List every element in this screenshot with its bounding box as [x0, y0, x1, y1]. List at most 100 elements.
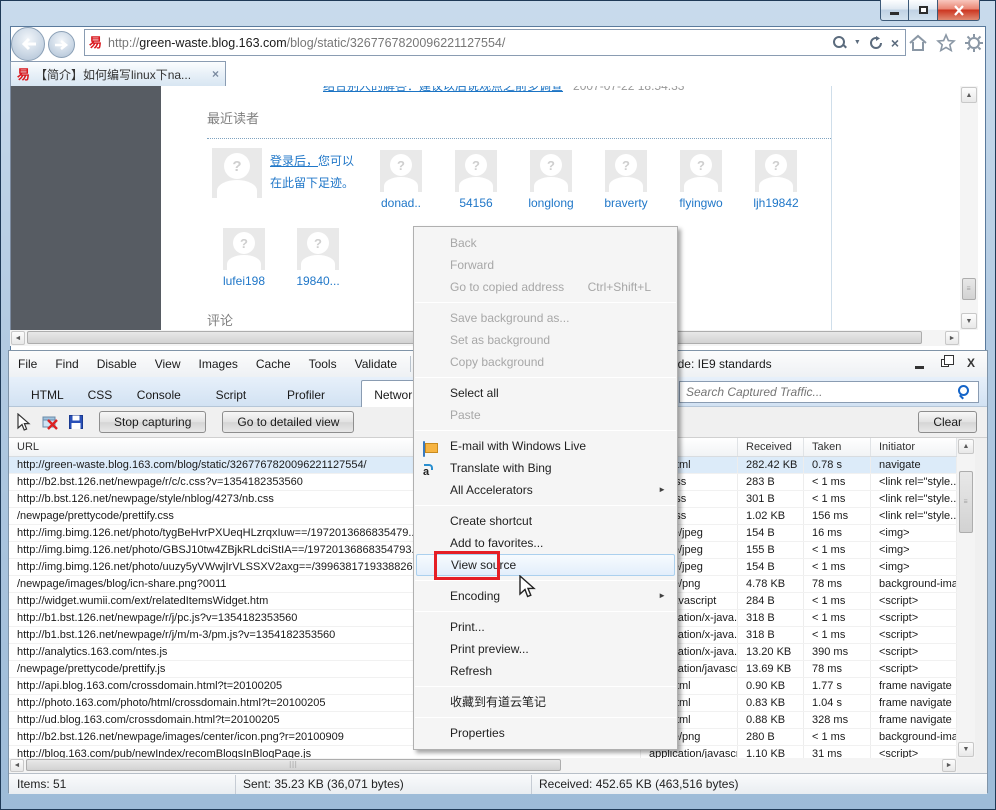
vscroll-thumb[interactable]: ≡ [962, 278, 976, 300]
devtools-menu-cache[interactable]: Cache [247, 357, 300, 371]
recent-readers-heading: 最近读者 [207, 111, 260, 126]
tab-script[interactable]: Script [204, 383, 259, 407]
devtools-unpin-button[interactable] [937, 355, 954, 371]
table-vscroll-thumb[interactable]: ≡ [959, 471, 973, 533]
close-icon [953, 4, 964, 16]
menu-item-encoding[interactable]: Encoding ► [416, 585, 675, 607]
tab-console[interactable]: Console [125, 383, 193, 407]
reader-item[interactable]: ? 19840... [286, 228, 350, 288]
tab-css[interactable]: CSS [76, 383, 125, 407]
menu-item-all-accelerators[interactable]: All Accelerators ► [416, 479, 675, 501]
save-icon[interactable] [67, 413, 85, 431]
url-text[interactable]: http://green-waste.blog.163.com/blog/sta… [108, 36, 833, 50]
reader-name[interactable]: 19840... [286, 274, 350, 288]
reader-name[interactable]: longlong [519, 196, 583, 210]
detailed-view-button[interactable]: Go to detailed view [222, 411, 355, 433]
table-vertical-scrollbar[interactable]: ▲ ≡ ▼ [957, 438, 975, 758]
devtools-search-icon[interactable] [958, 384, 972, 399]
menu-item-copy-background[interactable]: Copy background [416, 351, 675, 373]
table-scroll-up-icon[interactable]: ▲ [958, 439, 974, 454]
search-dropdown-icon[interactable]: ▼ [854, 39, 861, 46]
reader-name[interactable]: flyingwo [669, 196, 733, 210]
search-input[interactable] [686, 385, 959, 399]
clear-button[interactable]: Clear [918, 411, 977, 433]
menu-item-properties[interactable]: Properties [416, 722, 675, 744]
reader-avatar: ? [605, 150, 647, 192]
devtools-menu-view[interactable]: View [146, 357, 190, 371]
tab-profiler[interactable]: Profiler [275, 383, 337, 407]
reader-name[interactable]: ljh19842 [744, 196, 808, 210]
reader-item[interactable]: ? braverty [594, 150, 658, 210]
menu-item-select-all[interactable]: Select all [416, 382, 675, 404]
devtools-minimize-button[interactable] [911, 355, 927, 371]
menu-item-label: Go to copied address [450, 280, 565, 294]
stop-capturing-button[interactable]: Stop capturing [99, 411, 207, 433]
login-link[interactable]: 登录后， [270, 154, 318, 168]
reader-item[interactable]: ? ljh19842 [744, 150, 808, 210]
home-icon[interactable] [908, 33, 928, 53]
menu-item-translate-with-bing[interactable]: a Translate with Bing [416, 457, 675, 479]
comment-link[interactable]: 结合别人的解答：建议以后说观点之前多调查 [323, 86, 563, 93]
scroll-down-icon[interactable]: ▼ [961, 313, 977, 329]
tab-html[interactable]: HTML [19, 383, 76, 407]
menu-item-view-source[interactable]: View source [416, 551, 675, 580]
menu-item-print-preview-[interactable]: Print preview... [416, 638, 675, 660]
scroll-right-icon[interactable]: ► [945, 331, 959, 345]
menu-item-refresh[interactable]: Refresh [416, 660, 675, 682]
reader-name[interactable]: 54156 [444, 196, 508, 210]
select-element-pointer-icon[interactable] [15, 413, 33, 431]
reader-name[interactable]: lufei198 [212, 274, 276, 288]
reader-item[interactable]: ? longlong [519, 150, 583, 210]
minimize-button[interactable] [880, 0, 909, 21]
menu-item-save-background-as-[interactable]: Save background as... [416, 307, 675, 329]
devtools-menu-images[interactable]: Images [190, 357, 247, 371]
devtools-menu-validate[interactable]: Validate [346, 357, 406, 371]
reader-item[interactable]: ? flyingwo [669, 150, 733, 210]
reader-item[interactable]: ? 54156 [444, 150, 508, 210]
clear-cache-icon[interactable] [41, 413, 59, 431]
content-vertical-scrollbar[interactable]: ▲ ≡ ▼ [960, 86, 978, 330]
table-scroll-right-icon[interactable]: ► [942, 759, 956, 772]
menu-item-e-mail-with-windows-live[interactable]: E-mail with Windows Live [416, 435, 675, 457]
back-button[interactable] [11, 27, 45, 61]
menu-item-forward[interactable]: Forward [416, 254, 675, 276]
scroll-up-icon[interactable]: ▲ [961, 87, 977, 103]
menu-item--[interactable]: 收藏到有道云笔记 [416, 691, 675, 713]
devtools-menu-tools[interactable]: Tools [300, 357, 346, 371]
reader-item[interactable]: ? donad.. [369, 150, 433, 210]
search-icon[interactable] [832, 36, 846, 49]
forward-button[interactable] [48, 31, 75, 58]
reader-name[interactable]: donad.. [369, 196, 433, 210]
tab-close-icon[interactable]: × [212, 67, 219, 81]
devtools-close-button[interactable]: X [963, 355, 979, 371]
column-header-initiator[interactable]: Initiator [871, 438, 957, 456]
table-scroll-left-icon[interactable]: ◄ [10, 759, 24, 772]
menu-item-set-as-background[interactable]: Set as background [416, 329, 675, 351]
table-hscroll-thumb[interactable]: ||| [26, 759, 561, 771]
table-scroll-down-icon[interactable]: ▼ [958, 742, 974, 757]
menu-item-go-to-copied-address[interactable]: Go to copied address Ctrl+Shift+L [416, 276, 675, 298]
devtools-menu-disable[interactable]: Disable [88, 357, 146, 371]
column-header-taken[interactable]: Taken [804, 438, 871, 456]
menu-item-print-[interactable]: Print... [416, 616, 675, 638]
tools-gear-icon[interactable] [964, 33, 984, 53]
avatar-body-shape [301, 255, 335, 270]
browser-tab[interactable]: 易 【简介】如何编写linux下na... × [10, 61, 226, 86]
stop-icon[interactable]: × [891, 35, 899, 51]
devtools-search-box[interactable] [679, 381, 979, 403]
menu-item-back[interactable]: Back [416, 232, 675, 254]
address-bar[interactable]: 易 http://green-waste.blog.163.com/blog/s… [84, 29, 906, 56]
refresh-icon[interactable] [869, 35, 883, 50]
menu-item-paste[interactable]: Paste [416, 404, 675, 426]
menu-item-create-shortcut[interactable]: Create shortcut [416, 510, 675, 532]
devtools-menu-find[interactable]: Find [46, 357, 87, 371]
scroll-left-icon[interactable]: ◄ [11, 331, 25, 345]
devtools-menu-file[interactable]: File [9, 357, 46, 371]
close-button[interactable] [938, 0, 980, 21]
reader-name[interactable]: braverty [594, 196, 658, 210]
table-horizontal-scrollbar[interactable]: ◄ ||| ► [9, 758, 957, 773]
favorites-star-icon[interactable] [936, 32, 956, 53]
maximize-button[interactable] [909, 0, 938, 21]
reader-item[interactable]: ? lufei198 [212, 228, 276, 288]
column-header-received[interactable]: Received [738, 438, 804, 456]
